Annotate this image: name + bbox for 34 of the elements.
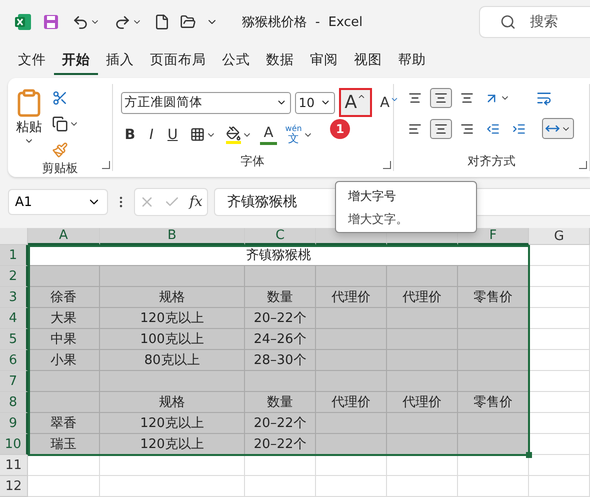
table-cell: 大果: [28, 308, 100, 329]
table-cell: 80克以上: [100, 350, 245, 371]
table-cell: 代理价: [387, 287, 458, 308]
search-placeholder: 搜索: [530, 13, 558, 31]
table-cell: 小果: [28, 350, 100, 371]
tooltip-text: 增大文字。: [348, 211, 409, 228]
table-cell: 120克以上: [100, 413, 245, 434]
table-cell: 瑞玉: [28, 434, 100, 455]
table-cell: 中果: [28, 329, 100, 350]
table-cell: 规格: [100, 392, 245, 413]
table-cell: 代理价: [387, 392, 458, 413]
table-cell: 零售价: [458, 392, 529, 413]
table-cell: 120克以上: [100, 308, 245, 329]
table-cell: 28–30个: [245, 350, 316, 371]
table-cell: 20–22个: [245, 434, 316, 455]
table-cell: 代理价: [316, 287, 387, 308]
tooltip-title: 增大字号: [348, 188, 397, 205]
table-cell: 100克以上: [100, 329, 245, 350]
table-cell: 零售价: [458, 287, 529, 308]
table-cell: 翠香: [28, 413, 100, 434]
table-cell: 代理价: [316, 392, 387, 413]
table-cell: 规格: [100, 287, 245, 308]
table-cell: 数量: [245, 287, 316, 308]
table-cell: 20–22个: [245, 413, 316, 434]
table-cell: 24–26个: [245, 329, 316, 350]
group-label: 字体: [240, 153, 265, 170]
table-cell: 120克以上: [100, 434, 245, 455]
window-title: 猕猴桃价格 - Excel: [242, 14, 363, 31]
table-cell: 徐香: [28, 287, 100, 308]
table-cell: 数量: [245, 392, 316, 413]
group-label: 剪贴板: [42, 160, 78, 177]
group-label: 对齐方式: [467, 153, 516, 170]
table-cell: 20–22个: [245, 308, 316, 329]
table-title: 齐镇猕猴桃: [28, 245, 529, 266]
